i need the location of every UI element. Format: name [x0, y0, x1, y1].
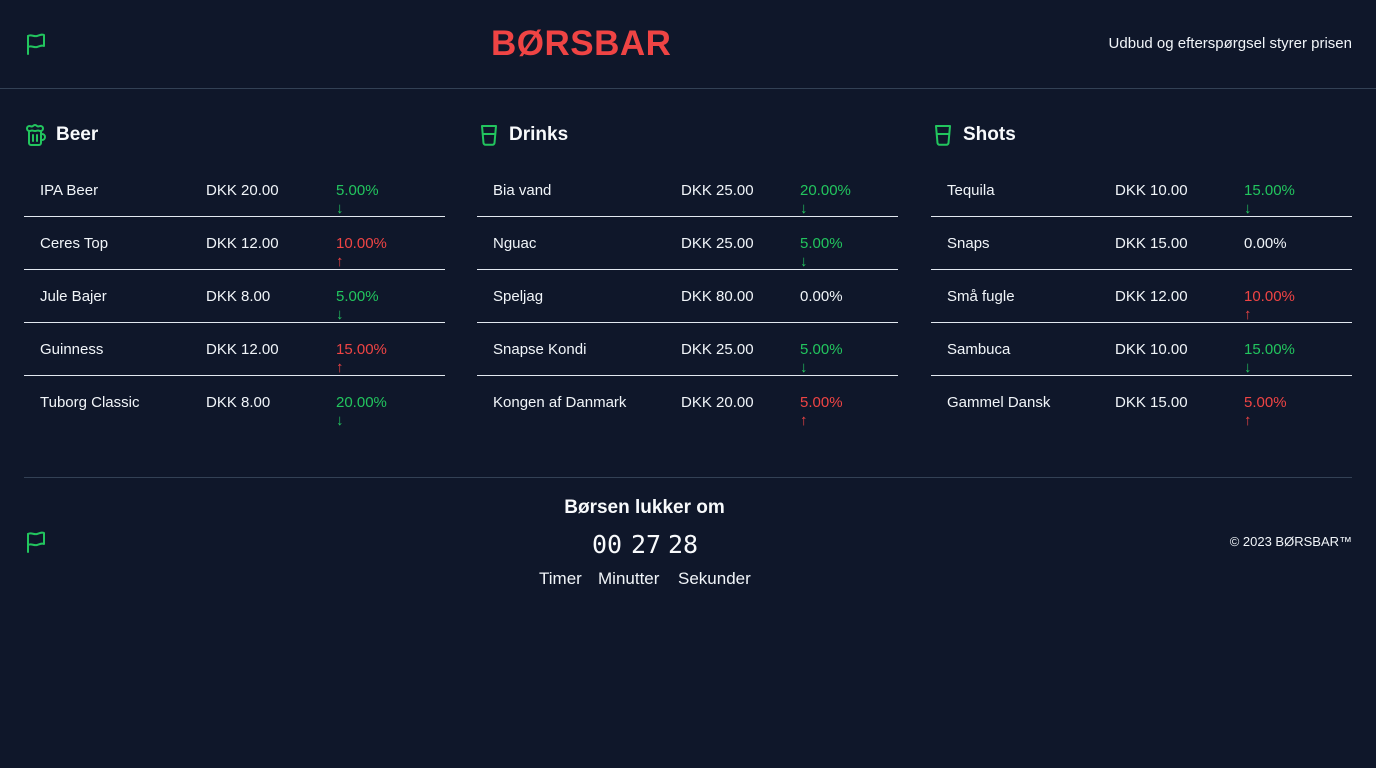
item-name: Nguac	[493, 235, 537, 252]
price-row: IPA Beer DKK 20.00 ↓ 5.00%	[24, 164, 445, 217]
category-shots: Shots Tequila DKK 10.00 ↓ 15.00% Snaps DK…	[931, 122, 1352, 429]
item-name: Speljag	[493, 288, 544, 305]
item-name: Gammel Dansk	[947, 394, 1051, 411]
price-change: ↓ 5.00%	[336, 288, 379, 323]
item-name: IPA Beer	[40, 182, 99, 199]
item-price: DKK 12.00	[1115, 288, 1188, 305]
glass-icon	[935, 125, 951, 146]
arrow-up-icon: ↑	[1244, 306, 1252, 323]
countdown-seconds: 28	[668, 530, 699, 559]
item-price: DKK 80.00	[681, 288, 754, 305]
item-name: Kongen af Danmark	[493, 394, 627, 411]
category-title: Beer	[56, 124, 99, 145]
category-title: Drinks	[509, 124, 569, 145]
price-change: 0.00%	[1244, 235, 1287, 252]
item-name: Tequila	[947, 182, 995, 199]
countdown-title: Børsen lukker om	[564, 497, 725, 518]
item-price: DKK 15.00	[1115, 235, 1188, 252]
item-name: Snaps	[947, 235, 990, 252]
price-row: Tuborg Classic DKK 8.00 ↓ 20.00%	[24, 376, 445, 429]
price-change: ↑ 10.00%	[336, 235, 387, 270]
page-header: BØRSBAR Udbud og efterspørgsel styrer pr…	[0, 0, 1376, 89]
arrow-down-icon: ↓	[800, 200, 808, 217]
price-row: Tequila DKK 10.00 ↓ 15.00%	[931, 164, 1352, 217]
brand-logo-text: BØRSBAR	[491, 24, 672, 63]
arrow-down-icon: ↓	[336, 200, 344, 217]
item-price: DKK 20.00	[681, 394, 754, 411]
item-price: DKK 15.00	[1115, 394, 1188, 411]
arrow-down-icon: ↓	[336, 306, 344, 323]
price-row: Guinness DKK 12.00 ↑ 15.00%	[24, 323, 445, 376]
price-change: 0.00%	[800, 288, 843, 305]
item-name: Bia vand	[493, 182, 552, 199]
category-header: Beer	[24, 122, 445, 148]
item-name: Ceres Top	[40, 235, 109, 252]
price-change: ↓ 15.00%	[1244, 341, 1295, 376]
item-name: Jule Bajer	[40, 288, 107, 305]
price-change: ↑ 5.00%	[1244, 394, 1287, 429]
tagline: Udbud og efterspørgsel styrer prisen	[1108, 35, 1352, 52]
item-name: Sambuca	[947, 341, 1011, 358]
item-price: DKK 25.00	[681, 341, 754, 358]
price-row: Speljag DKK 80.00 0.00%	[477, 270, 898, 323]
price-change: ↑ 15.00%	[336, 341, 387, 376]
item-price: DKK 8.00	[206, 394, 271, 411]
glass-icon	[481, 125, 497, 146]
category-header: Drinks	[477, 122, 898, 148]
countdown-minutes: 27	[631, 530, 662, 559]
arrow-down-icon: ↓	[1244, 359, 1252, 376]
arrow-down-icon: ↓	[800, 359, 808, 376]
price-row: Snaps DKK 15.00 0.00%	[931, 217, 1352, 270]
item-name: Guinness	[40, 341, 104, 358]
price-row: Gammel Dansk DKK 15.00 ↑ 5.00%	[931, 376, 1352, 429]
price-change: ↑ 5.00%	[800, 394, 843, 429]
price-row: Snapse Kondi DKK 25.00 ↓ 5.00%	[477, 323, 898, 376]
item-price: DKK 10.00	[1115, 341, 1188, 358]
price-change: ↓ 5.00%	[800, 341, 843, 376]
arrow-down-icon: ↓	[336, 412, 344, 429]
category-header: Shots	[931, 122, 1352, 148]
flag-icon[interactable]	[24, 32, 48, 56]
price-row: Små fugle DKK 12.00 ↑ 10.00%	[931, 270, 1352, 323]
price-change: ↓ 5.00%	[336, 182, 379, 217]
countdown-minutes-label: Minutter	[598, 569, 660, 588]
item-name: Tuborg Classic	[40, 394, 140, 411]
item-price: DKK 25.00	[681, 182, 754, 199]
price-change: ↓ 5.00%	[800, 235, 843, 270]
price-row: Kongen af Danmark DKK 20.00 ↑ 5.00%	[477, 376, 898, 429]
footer-divider	[24, 477, 1352, 478]
item-price: DKK 12.00	[206, 235, 279, 252]
price-row: Jule Bajer DKK 8.00 ↓ 5.00%	[24, 270, 445, 323]
copyright-text: © 2023 BØRSBAR™	[1229, 534, 1352, 549]
countdown-hours-label: Timer	[539, 569, 582, 588]
item-name: Snapse Kondi	[493, 341, 587, 358]
price-row: Ceres Top DKK 12.00 ↑ 10.00%	[24, 217, 445, 270]
item-price: DKK 25.00	[681, 235, 754, 252]
category-beer: Beer IPA Beer DKK 20.00 ↓ 5.00% Ceres Top…	[24, 122, 445, 429]
beer-mug-icon	[26, 124, 46, 146]
arrow-up-icon: ↑	[336, 359, 344, 376]
price-row: Sambuca DKK 10.00 ↓ 15.00%	[931, 323, 1352, 376]
price-row: Nguac DKK 25.00 ↓ 5.00%	[477, 217, 898, 270]
category-drinks: Drinks Bia vand DKK 25.00 ↓ 20.00% Nguac …	[477, 122, 898, 429]
item-name: Små fugle	[947, 288, 1015, 305]
price-row: Bia vand DKK 25.00 ↓ 20.00%	[477, 164, 898, 217]
category-title: Shots	[963, 124, 1016, 145]
price-change: ↑ 10.00%	[1244, 288, 1295, 323]
arrow-up-icon: ↑	[336, 253, 344, 270]
price-change: ↓ 15.00%	[1244, 182, 1295, 217]
price-change: ↓ 20.00%	[800, 182, 851, 217]
item-price: DKK 8.00	[206, 288, 271, 305]
item-price: DKK 12.00	[206, 341, 279, 358]
countdown-hours: 00	[592, 530, 623, 559]
price-change: ↓ 20.00%	[336, 394, 387, 429]
countdown-seconds-label: Sekunder	[678, 569, 751, 588]
arrow-up-icon: ↑	[800, 412, 808, 429]
arrow-down-icon: ↓	[1244, 200, 1252, 217]
item-price: DKK 10.00	[1115, 182, 1188, 199]
item-price: DKK 20.00	[206, 182, 279, 199]
arrow-down-icon: ↓	[800, 253, 808, 270]
arrow-up-icon: ↑	[1244, 412, 1252, 429]
flag-icon[interactable]	[24, 530, 48, 554]
